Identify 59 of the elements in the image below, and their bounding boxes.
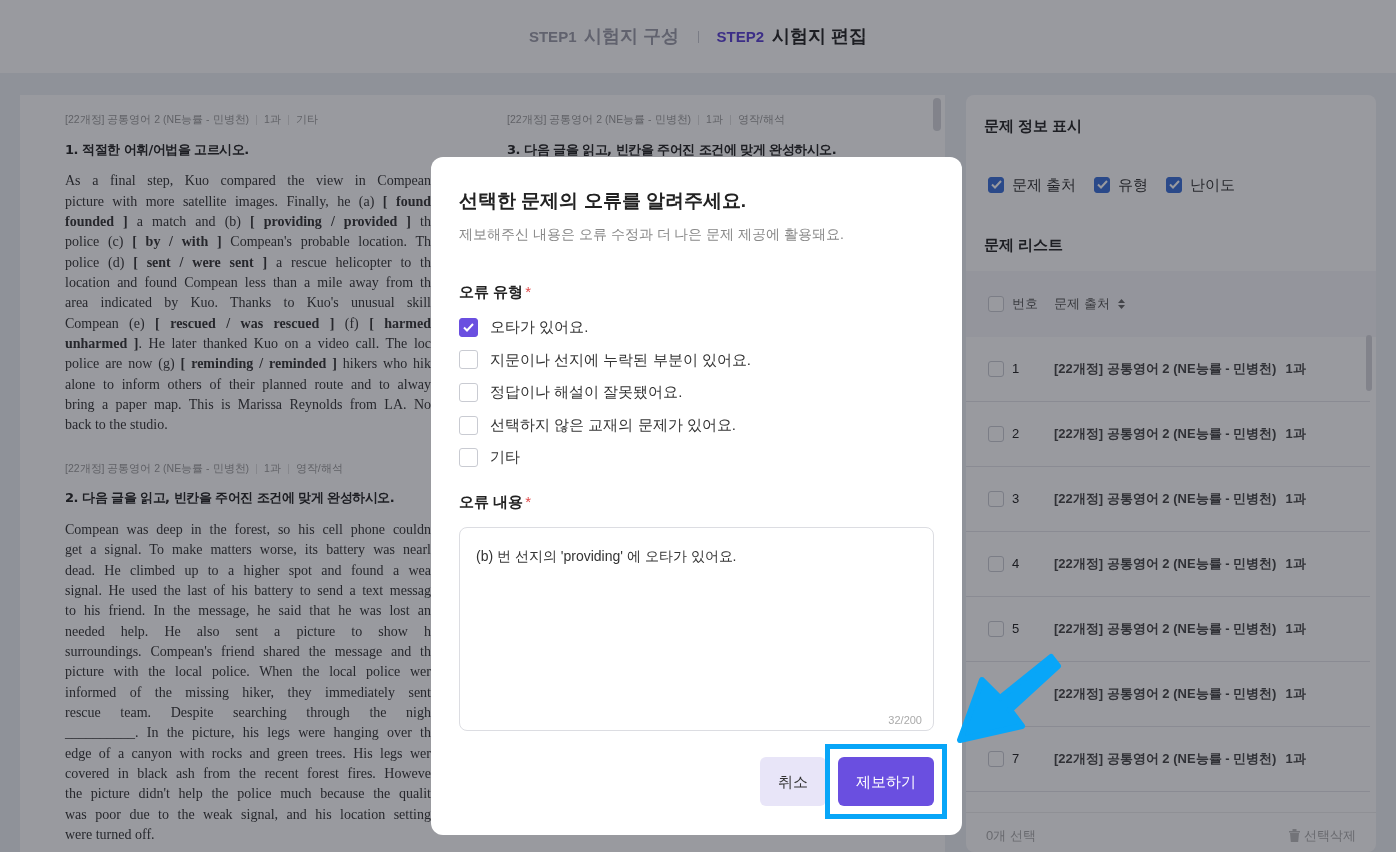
option-label: 기타	[490, 447, 520, 468]
passage-text: Compean was deep in the forest, so his cell phone couldn get a signal. To make matters worse, its battery was nearl dead. He climbed up to a higher spot and found a wea signal. He used the last of his battery to send a text messag to his friend. In the message, he said that he was lost an needed help. He also sent a picture to show h surroundings. Compean's friend shared the message and th picture with the local police. When the local police wer informed of the missing hiker, they immediately sent rescue team. Despite searching through the nigh __________. In the picture, his legs were hanging over th edge of a canyon with rocks and green trees. His legs wer covered in black ash from the recent forest fires. Howeve the picture didn't help the police much because the qualit was poor due to the weak signal, and his location setting were turned off.	[65, 520, 431, 845]
checkbox[interactable]	[1166, 176, 1183, 193]
dialog-subtitle: 제보해주신 내용은 오류 수정과 더 나은 문제 제공에 활용돼요.	[459, 224, 845, 244]
check-icon	[990, 180, 1002, 190]
source-text: [22개정] 공통영어 2 (NE능률 - 민병천)	[1054, 749, 1277, 768]
unit-text: 1과	[1285, 684, 1306, 703]
option-label: 정답이나 해설이 잘못됐어요.	[490, 382, 683, 403]
checkbox[interactable]	[1094, 176, 1111, 193]
trash-icon	[1289, 829, 1300, 842]
option-label: 유형	[1118, 174, 1149, 195]
unit-text: 1과	[1285, 554, 1306, 573]
panel-title: 문제 정보 표시	[983, 116, 1084, 136]
row-number: 2	[1012, 424, 1020, 443]
character-counter: 32/200	[888, 712, 922, 728]
check-icon	[463, 322, 474, 332]
field-label: 오류 유형	[459, 281, 524, 302]
checkbox[interactable]	[459, 317, 478, 337]
unit-text: 1과	[1285, 489, 1306, 508]
dialog-title: 선택한 문제의 오류를 알려주세요.	[459, 189, 748, 213]
option-label: 난이도	[1190, 174, 1236, 195]
required-mark: *	[525, 491, 531, 512]
column-heading: 번호	[1012, 294, 1038, 313]
option-label: 선택하지 않은 교재의 문제가 있어요.	[490, 414, 736, 435]
option-label: 문제 출처	[1012, 174, 1077, 195]
row-number: 3	[1012, 489, 1020, 508]
row-number: 7	[1012, 749, 1020, 768]
row-number: 4	[1012, 554, 1020, 573]
source-text: [22개정] 공통영어 2 (NE능률 - 민병천)	[1054, 554, 1277, 573]
unit-text: 1과	[1285, 749, 1306, 768]
sort-icon[interactable]	[1117, 298, 1125, 309]
option-label: 지문이나 선지에 누락된 부분이 있어요.	[490, 349, 751, 370]
option-label: 오타가 있어요.	[490, 317, 589, 338]
source-text: [22개정] 공통영어 2 (NE능률 - 민병천)	[1054, 684, 1277, 703]
check-icon	[1096, 180, 1108, 190]
row-number: 1	[1012, 359, 1020, 378]
panel-title: 문제 리스트	[983, 235, 1065, 255]
required-mark: *	[525, 281, 531, 302]
unit-text: 1과	[1285, 359, 1306, 378]
question-title: 3. 다음 글을 읽고, 빈칸을 주어진 조건에 맞게 완성하시오.	[507, 140, 837, 159]
column-heading: 문제 출처	[1054, 294, 1110, 313]
question-title: 1. 적절한 어휘/어법을 고르시오.	[65, 140, 249, 159]
cancel-button[interactable]: 취소	[760, 757, 826, 807]
question-meta: 영작/해석	[737, 112, 785, 127]
source-text: [22개정] 공통영어 2 (NE능률 - 민병천)	[1054, 489, 1277, 508]
question-title: 2. 다음 글을 읽고, 빈칸을 주어진 조건에 맞게 완성하시오.	[65, 489, 395, 508]
checkbox[interactable]	[988, 176, 1004, 193]
source-text: [22개정] 공통영어 2 (NE능률 - 민병천)	[1054, 424, 1277, 443]
source-text: [22개정] 공통영어 2 (NE능률 - 민병천)	[1054, 359, 1277, 378]
step-tab[interactable]: STEP2 시험지 편집	[716, 23, 868, 50]
check-icon	[1168, 180, 1180, 190]
row-number: 5	[1012, 619, 1020, 638]
unit-text: 1과	[1285, 424, 1306, 443]
submit-button[interactable]: 제보하기	[838, 757, 934, 807]
unit-text: 1과	[1285, 619, 1306, 638]
question-meta: 영작/해석	[295, 460, 343, 476]
passage-text: As a final step, Kuo compared the view in Compean picture with more satellite images. Finally, he (a) [ found founded ] a match and (b) [ providing / provided ] th police (c) [ by / with ] Compean's probable location. Th police (d) [ sent / were sent ] a rescue helicopter to th location and found Compean less than a mile away from th area indicated by Kuo. Thanks to Kuo's unusual skill Compean (e) [ rescued / was rescued ] (f) [ harmed unharmed ]. He later thanked Kuo on a video call. The loc police are now (g) [ reminding / reminded ] hikers who hik alone to inform others of their planned route and to alway bring a paper map. This is Marissa Reynolds from LA. No back to the studio.	[65, 172, 431, 435]
source-text: [22개정] 공통영어 2 (NE능률 - 민병천)	[1054, 619, 1277, 638]
field-label: 오류 내용	[459, 491, 524, 512]
